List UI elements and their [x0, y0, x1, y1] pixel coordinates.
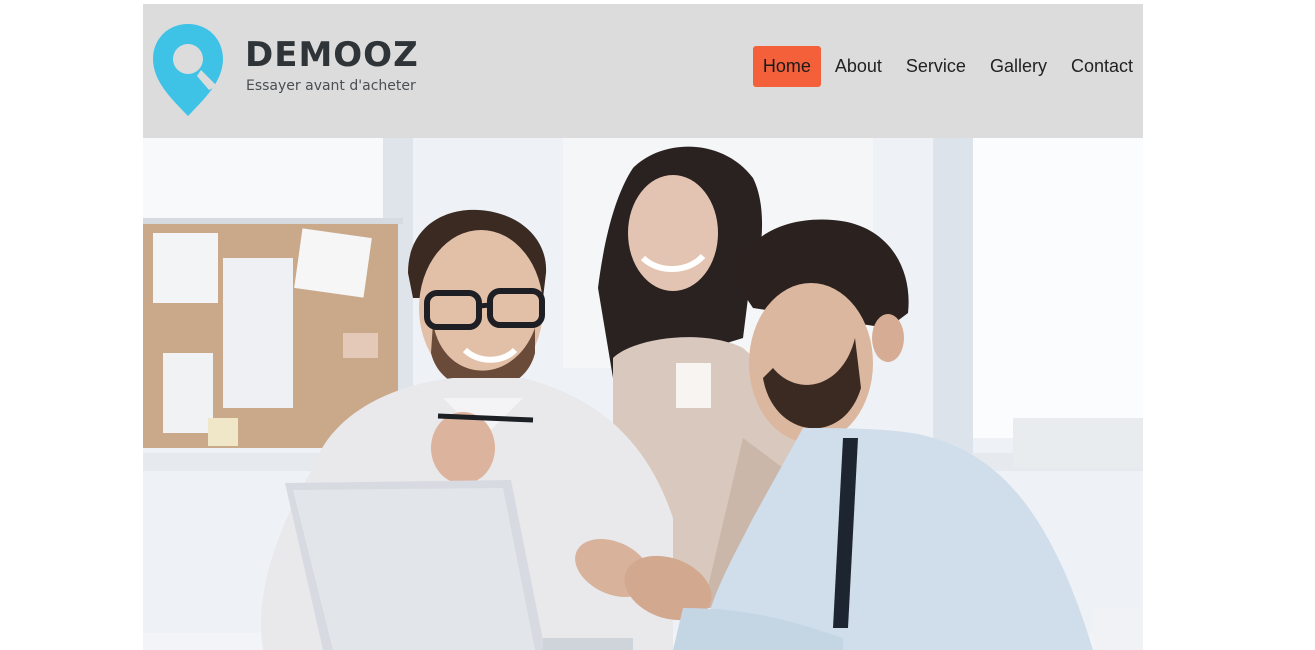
map-pin-icon: [153, 24, 223, 116]
hero-image: [143, 138, 1143, 650]
website-container: DEMOOZ Essayer avant d'acheter Home Abou…: [143, 4, 1143, 650]
nav-item-gallery[interactable]: Gallery: [980, 46, 1057, 87]
nav-item-about[interactable]: About: [825, 46, 892, 87]
brand-name: DEMOOZ: [245, 35, 419, 75]
logo-link[interactable]: DEMOOZ Essayer avant d'acheter: [151, 22, 441, 118]
site-header: DEMOOZ Essayer avant d'acheter Home Abou…: [143, 4, 1143, 138]
nav-item-contact[interactable]: Contact: [1061, 46, 1143, 87]
nav-item-home[interactable]: Home: [752, 46, 821, 87]
brand-tagline: Essayer avant d'acheter: [246, 78, 416, 94]
hero-photo: [143, 138, 1143, 650]
page: DEMOOZ Essayer avant d'acheter Home Abou…: [0, 0, 1315, 650]
main-nav: Home About Service Gallery Contact: [749, 46, 1143, 87]
nav-item-service[interactable]: Service: [896, 46, 976, 87]
